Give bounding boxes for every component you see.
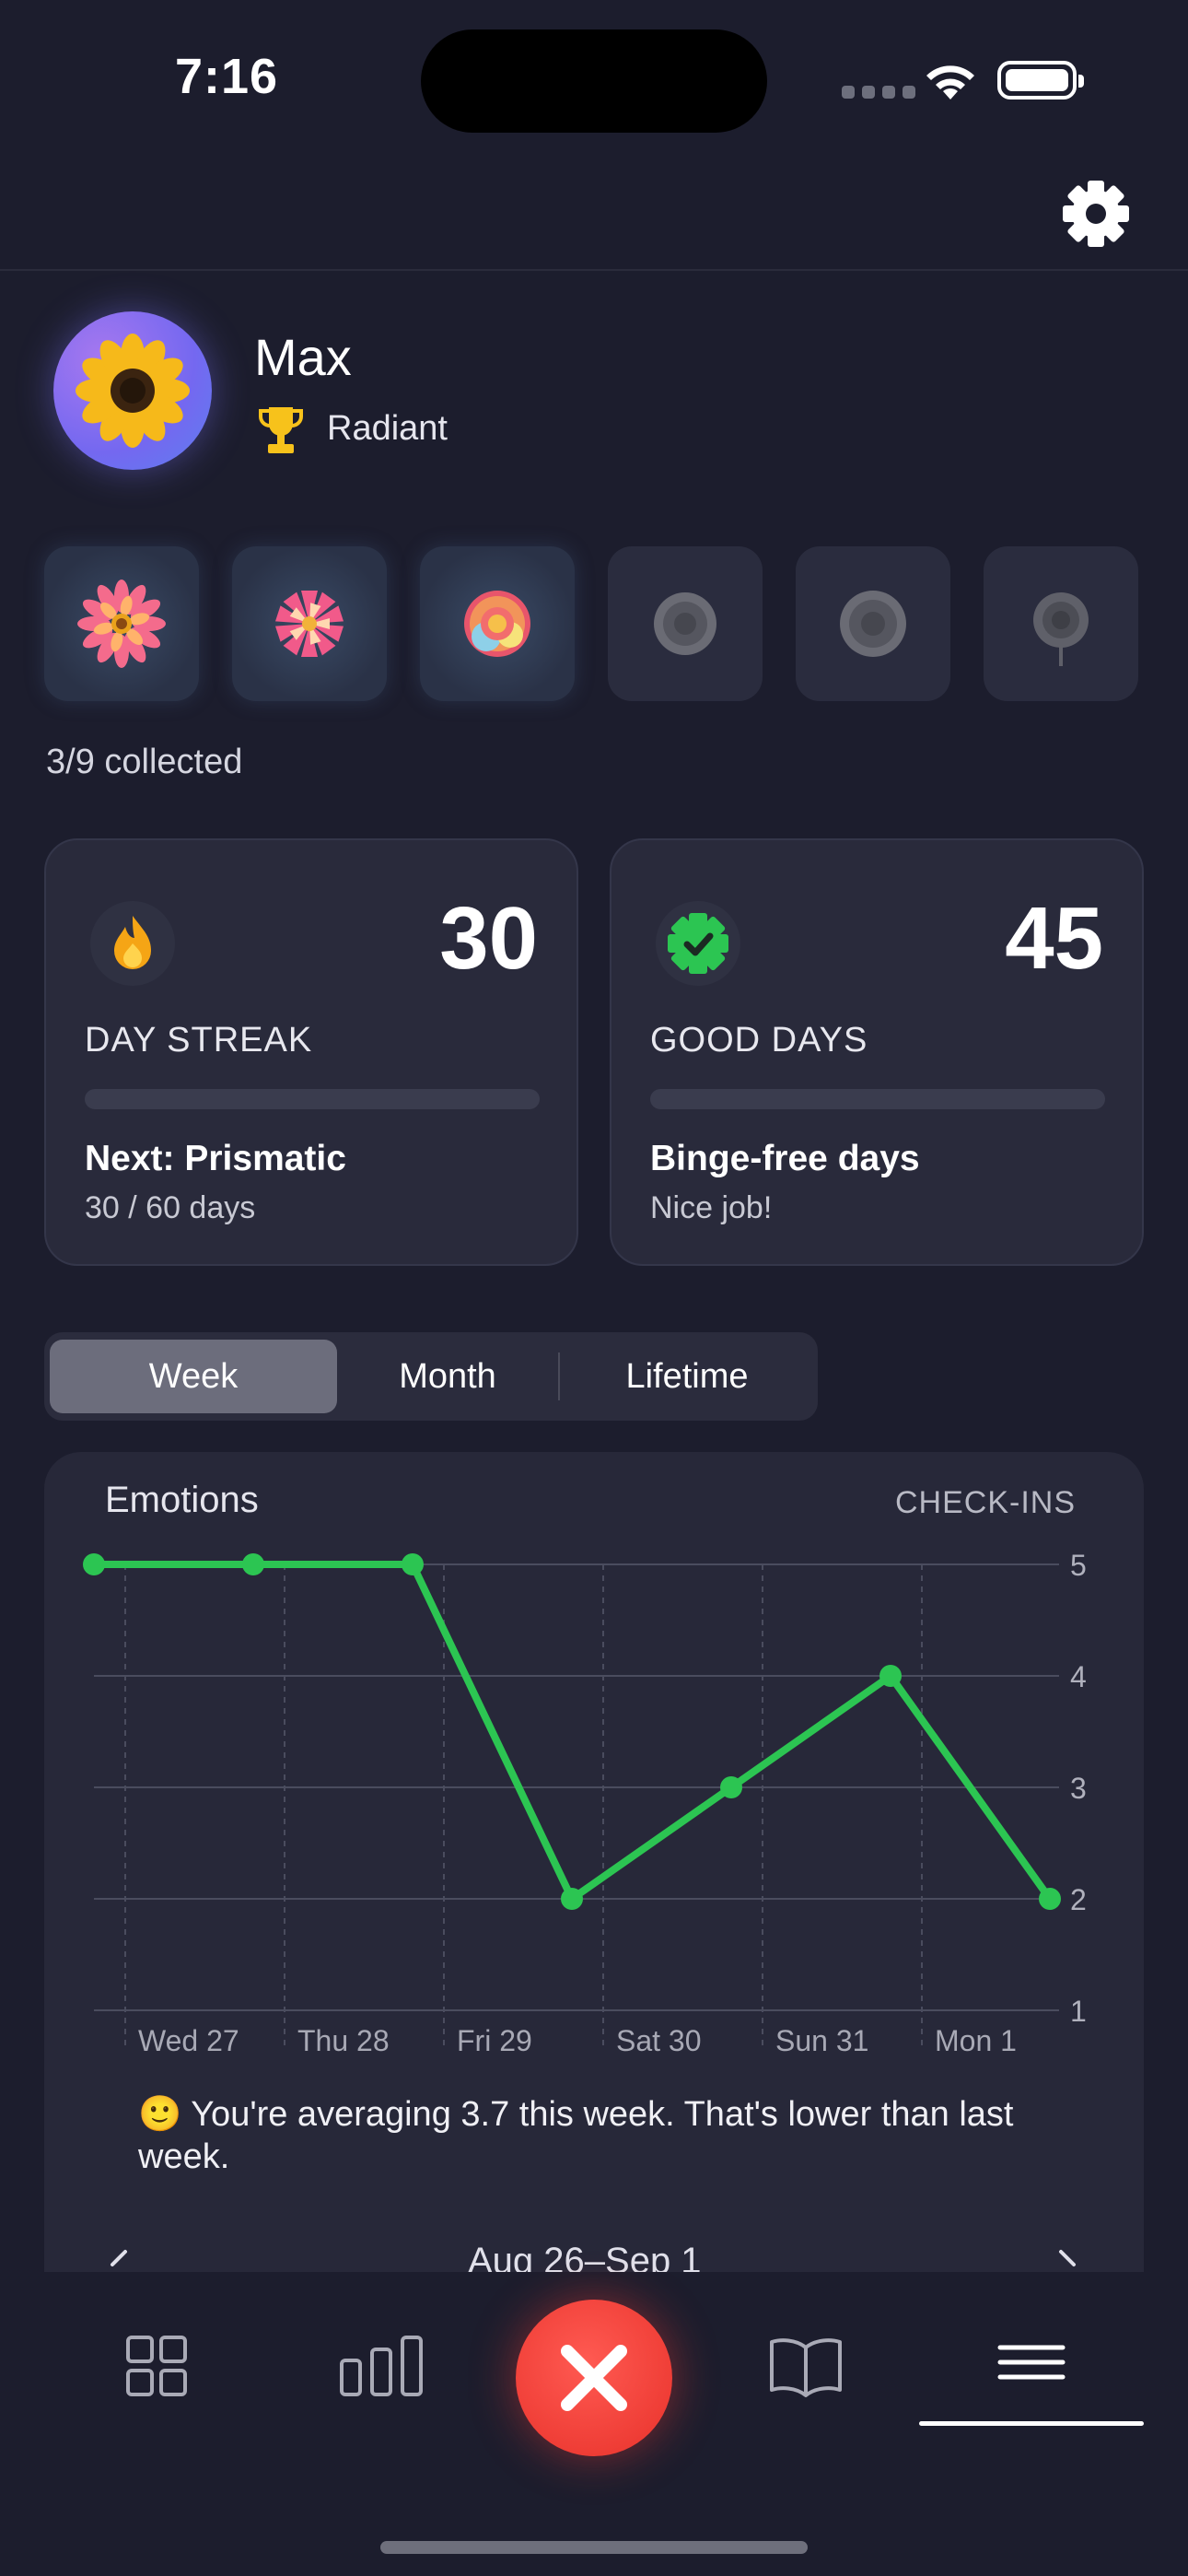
segment-lifetime[interactable]: Lifetime [562,1340,812,1413]
status-time: 7:16 [175,49,279,104]
cellular-signal-icon [842,86,915,99]
sunflower-icon [76,334,190,448]
data-point [561,1888,583,1910]
trophy-icon [259,407,303,453]
streak-label: DAY STREAK [85,1021,313,1060]
flower-dahlia-pink-icon [274,591,344,657]
segment-week[interactable]: Week [50,1340,337,1413]
good-days-title: Binge-free days [650,1139,920,1178]
x-tick-label: Fri 29 [457,2024,532,2057]
y-tick-label: 4 [1070,1660,1087,1693]
flower-tile[interactable] [232,546,387,701]
flower-tile[interactable] [420,546,575,701]
flower-tile[interactable] [984,546,1138,701]
header-divider [0,269,1188,271]
x-tick-label: Wed 27 [138,2024,239,2057]
chart-title: Emotions [105,1480,259,1520]
good-days-card[interactable]: 45 GOOD DAYS Binge-free days Nice job! [610,838,1144,1266]
data-point [720,1776,742,1798]
emotions-line-chart: 1 2 3 4 5 Wed 27 Thu 28 Fri 29 Sat 30 Sun 31 Mon 1 [83,1549,1087,2057]
close-button[interactable] [516,2300,672,2456]
data-point [83,1553,105,1575]
battery-icon [997,61,1084,100]
streak-next-title: Next: Prismatic [85,1139,346,1178]
dynamic-island [421,29,767,133]
average-summary: 🙂 You're averaging 3.7 this week. That's… [138,2093,1059,2178]
flower-tile[interactable] [44,546,199,701]
book-icon[interactable] [768,2335,844,2397]
good-days-value: 45 [1005,889,1103,988]
period-segmented-control: Week Month Lifetime [44,1332,818,1421]
gear-icon[interactable] [1059,177,1133,251]
flower-gerbera-icon [77,580,166,668]
flower-locked-icon [1033,592,1089,666]
segment-month[interactable]: Month [339,1340,556,1413]
menu-icon[interactable] [996,2335,1066,2397]
data-point [402,1553,424,1575]
series-line [90,1561,1054,1903]
y-tick-label: 3 [1070,1772,1087,1805]
y-tick-label: 1 [1070,1995,1087,2028]
segment-divider [558,1352,560,1400]
flower-dahlia-multicolor-icon [464,591,530,657]
check-ins-label[interactable]: CHECK-INS [895,1485,1076,1521]
streak-progress-text: 30 / 60 days [85,1190,256,1225]
good-days-progress-bar [650,1089,1105,1109]
good-days-label: GOOD DAYS [650,1021,868,1060]
average-summary-text: You're averaging 3.7 this week. That's l… [138,2095,1014,2176]
y-tick-label: 5 [1070,1549,1087,1582]
collected-count: 3/9 collected [46,743,243,781]
tab-selected-indicator [919,2421,1144,2426]
close-icon [561,2345,627,2411]
x-tick-label: Sun 31 [775,2024,868,2057]
x-tick-label: Mon 1 [935,2024,1017,2057]
grid-icon[interactable] [125,2335,188,2397]
data-point [1039,1888,1061,1910]
flame-icon [90,901,175,986]
profile-name: Max [254,328,352,386]
bar-chart-icon[interactable] [339,2335,424,2397]
home-indicator [380,2541,808,2554]
x-tick-label: Sat 30 [616,2024,702,2057]
streak-value: 30 [439,889,538,988]
flower-tile[interactable] [608,546,763,701]
x-tick-label: Thu 28 [297,2024,390,2057]
y-tick-label: 2 [1070,1883,1087,1916]
good-days-sub: Nice job! [650,1190,773,1225]
avatar[interactable] [53,311,212,470]
smiley-icon: 🙂 [138,2095,182,2134]
verified-badge-icon [656,901,740,986]
streak-card[interactable]: 30 DAY STREAK Next: Prismatic 30 / 60 da… [44,838,578,1266]
flower-locked-icon [654,592,716,655]
streak-progress-bar [85,1089,540,1109]
flower-tile[interactable] [796,546,950,701]
wifi-icon [926,65,974,100]
flower-locked-icon [840,591,906,657]
data-point [879,1665,902,1687]
data-point [242,1553,264,1575]
profile-rank: Radiant [327,409,448,448]
